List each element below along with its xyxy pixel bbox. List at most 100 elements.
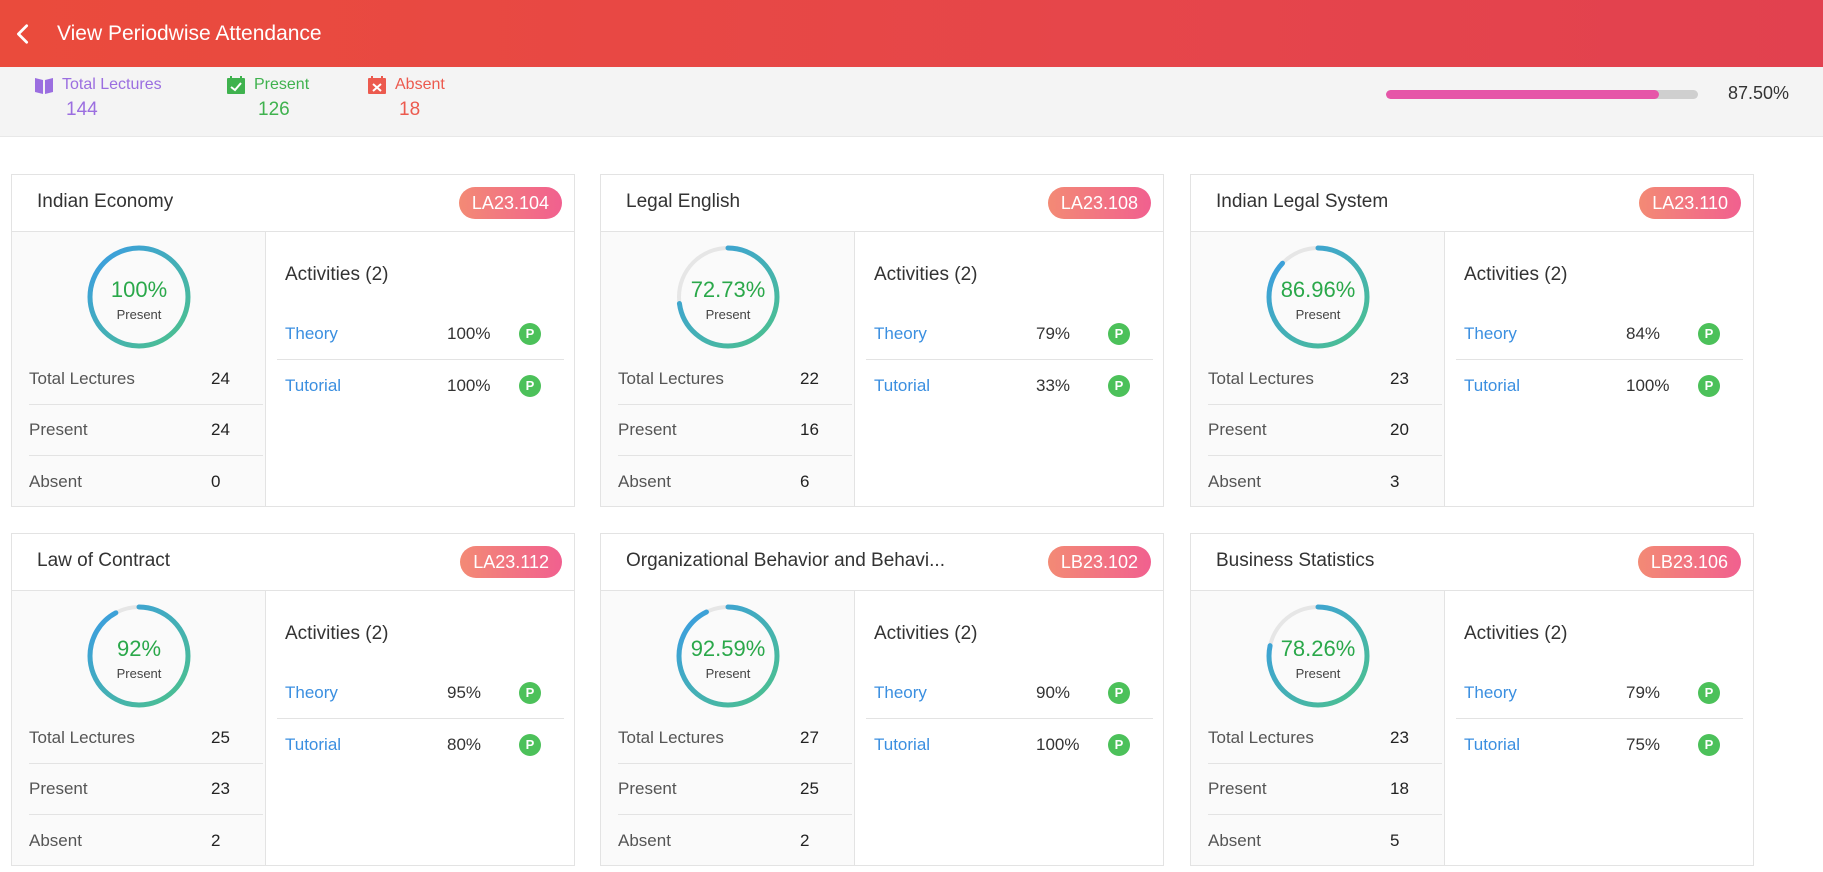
stat-row-present: Present 25 bbox=[618, 764, 852, 815]
stat-value: 5 bbox=[1390, 830, 1400, 850]
course-stats: 100% Present Total Lectures 24 Present 2… bbox=[12, 232, 266, 506]
course-card: Legal English LA23.108 72.73% Present To… bbox=[600, 174, 1164, 507]
activity-link[interactable]: Theory bbox=[866, 324, 1036, 344]
stat-row-total: Total Lectures 22 bbox=[618, 354, 852, 405]
stat-value: 16 bbox=[800, 420, 819, 439]
activity-percent: 100% bbox=[447, 375, 491, 395]
stat-row-total: Total Lectures 25 bbox=[29, 713, 263, 764]
activity-link[interactable]: Tutorial bbox=[866, 735, 1036, 755]
summary-absent-label: Absent bbox=[395, 76, 445, 93]
activity-row: Tutorial 100% P bbox=[1456, 360, 1743, 411]
stat-label: Present bbox=[29, 779, 88, 798]
activity-row: Theory 100% P bbox=[277, 309, 564, 360]
course-card: Organizational Behavior and Behavi... LB… bbox=[600, 533, 1164, 866]
course-stats: 92% Present Total Lectures 25 Present 23… bbox=[12, 591, 266, 865]
stat-label: Present bbox=[1208, 779, 1267, 798]
course-code-badge: LB23.102 bbox=[1047, 546, 1151, 578]
activity-percent: 75% bbox=[1626, 734, 1661, 754]
activity-link[interactable]: Theory bbox=[1456, 324, 1626, 344]
activity-link[interactable]: Theory bbox=[1456, 683, 1626, 703]
course-stats: 78.26% Present Total Lectures 23 Present… bbox=[1191, 591, 1445, 865]
activity-row: Theory 90% P bbox=[866, 668, 1153, 719]
activity-link[interactable]: Tutorial bbox=[866, 376, 1036, 396]
course-name: Legal English bbox=[626, 191, 741, 212]
ring-label: Present bbox=[116, 307, 162, 322]
stat-label: Absent bbox=[29, 471, 82, 491]
course-stats: 92.59% Present Total Lectures 27 Present… bbox=[601, 591, 855, 865]
stat-row-total: Total Lectures 23 bbox=[1208, 713, 1442, 764]
summary-present: Present 126 bbox=[226, 75, 309, 121]
present-badge: P bbox=[1698, 733, 1720, 756]
stat-row-total: Total Lectures 27 bbox=[618, 713, 852, 764]
stat-value: 27 bbox=[800, 728, 819, 747]
stat-row-present: Present 20 bbox=[1208, 405, 1442, 456]
course-card: Business Statistics LB23.106 78.26% Pres… bbox=[1190, 533, 1754, 866]
stat-label: Absent bbox=[1208, 830, 1261, 850]
ring-percent: 72.73% bbox=[690, 277, 766, 302]
stat-value: 23 bbox=[1390, 369, 1409, 388]
activity-link[interactable]: Tutorial bbox=[277, 376, 447, 396]
stat-value: 25 bbox=[211, 728, 230, 747]
activity-percent: 95% bbox=[447, 683, 482, 702]
activity-row: Theory 84% P bbox=[1456, 309, 1743, 360]
summary-absent-value: 18 bbox=[399, 99, 421, 120]
activity-list: Theory 79% P Tutorial 75% P bbox=[1456, 668, 1743, 770]
page-title: View Periodwise Attendance bbox=[57, 21, 322, 45]
course-stat-rows: Total Lectures 24 Present 24 Absent 0 bbox=[29, 354, 263, 507]
course-name: Indian Legal System bbox=[1216, 191, 1389, 212]
course-card-header: Indian Legal System LA23.110 bbox=[1191, 175, 1753, 232]
stat-value: 24 bbox=[211, 369, 230, 388]
course-activities: Activities (2) Theory 84% P Tutorial 100… bbox=[1446, 232, 1753, 506]
activity-link[interactable]: Tutorial bbox=[1456, 376, 1626, 396]
stat-label: Present bbox=[29, 420, 88, 439]
summary-present-label: Present bbox=[254, 76, 310, 93]
stat-label: Absent bbox=[618, 471, 671, 491]
course-code-badge: LA23.110 bbox=[1639, 187, 1741, 219]
activity-link[interactable]: Theory bbox=[866, 683, 1036, 703]
stat-label: Total Lectures bbox=[1208, 369, 1314, 388]
stat-row-total: Total Lectures 23 bbox=[1208, 354, 1442, 405]
ring-percent: 92% bbox=[116, 636, 162, 661]
stat-row-present: Present 24 bbox=[29, 405, 263, 456]
stat-label: Total Lectures bbox=[29, 369, 135, 388]
ring-percent: 92.59% bbox=[690, 636, 766, 661]
course-stat-rows: Total Lectures 23 Present 20 Absent 3 bbox=[1208, 354, 1442, 507]
chevron-left-icon bbox=[17, 23, 29, 44]
activity-row: Theory 79% P bbox=[1456, 668, 1743, 719]
course-card-header: Law of Contract LA23.112 bbox=[12, 534, 574, 591]
stat-label: Absent bbox=[1208, 471, 1261, 491]
course-code-badge: LA23.104 bbox=[458, 187, 562, 219]
stat-value: 0 bbox=[211, 471, 221, 491]
course-stat-rows: Total Lectures 23 Present 18 Absent 5 bbox=[1208, 713, 1442, 866]
stat-label: Absent bbox=[29, 830, 82, 850]
course-code-badge: LA23.108 bbox=[1047, 187, 1151, 219]
activity-link[interactable]: Tutorial bbox=[277, 735, 447, 755]
activity-link[interactable]: Tutorial bbox=[1456, 735, 1626, 755]
stat-label: Present bbox=[618, 779, 677, 798]
course-stat-rows: Total Lectures 27 Present 25 Absent 2 bbox=[618, 713, 852, 866]
activity-list: Theory 84% P Tutorial 100% P bbox=[1456, 309, 1743, 411]
present-badge: P bbox=[519, 733, 541, 756]
activities-title: Activities (2) bbox=[874, 623, 978, 644]
attendance-summary: Total Lectures 144 Present 126 Absent 18 bbox=[0, 67, 1823, 137]
present-badge: P bbox=[1108, 682, 1130, 704]
stat-row-present: Present 16 bbox=[618, 405, 852, 456]
app-header: View Periodwise Attendance bbox=[0, 0, 1823, 67]
stat-label: Total Lectures bbox=[618, 369, 724, 388]
activity-link[interactable]: Theory bbox=[277, 683, 447, 703]
stat-label: Absent bbox=[618, 830, 671, 850]
course-activities: Activities (2) Theory 95% P Tutorial 80%… bbox=[267, 591, 574, 865]
stat-value: 24 bbox=[211, 420, 230, 439]
stat-value: 23 bbox=[1390, 728, 1409, 747]
summary-absent: Absent 18 bbox=[367, 75, 445, 121]
course-activities: Activities (2) Theory 79% P Tutorial 75%… bbox=[1446, 591, 1753, 865]
activity-row: Tutorial 100% P bbox=[277, 360, 564, 411]
calendar-x-icon bbox=[368, 76, 386, 94]
present-badge: P bbox=[1108, 733, 1130, 756]
back-button[interactable] bbox=[4, 15, 42, 53]
course-activities: Activities (2) Theory 90% P Tutorial 100… bbox=[856, 591, 1163, 865]
stat-value: 3 bbox=[1390, 471, 1400, 491]
activity-link[interactable]: Theory bbox=[277, 324, 447, 344]
present-badge: P bbox=[1108, 323, 1130, 345]
activities-title: Activities (2) bbox=[285, 264, 389, 285]
